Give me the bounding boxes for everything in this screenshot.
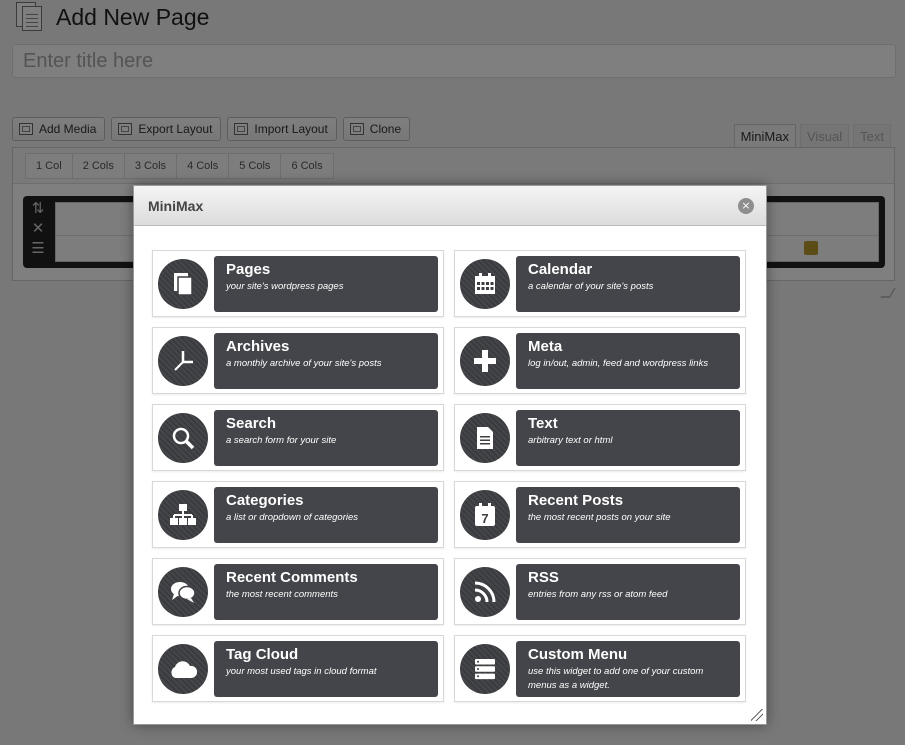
widget-archives[interactable]: Archives a monthly archive of your site'…: [152, 327, 444, 394]
widget-desc: the most recent comments: [226, 589, 338, 600]
widget-categories[interactable]: Categories a list or dropdown of categor…: [152, 481, 444, 548]
close-icon[interactable]: ×: [738, 197, 754, 214]
widget-name: Tag Cloud: [226, 646, 299, 663]
widget-recent-posts[interactable]: 7 Recent Posts the most recent posts on …: [454, 481, 746, 548]
cloud-icon: [158, 644, 208, 694]
modal-title: MiniMax: [148, 197, 204, 214]
widget-calendar[interactable]: Calendar a calendar of your site's posts: [454, 250, 746, 317]
widget-text[interactable]: Text arbitrary text or html: [454, 404, 746, 471]
widget-desc: a monthly archive of your site's posts: [226, 358, 382, 369]
widget-recent-comments[interactable]: Recent Comments the most recent comments: [152, 558, 444, 625]
widget-name: Recent Posts: [528, 492, 624, 509]
widget-name: RSS: [528, 569, 559, 586]
widget-desc: your most used tags in cloud format: [226, 666, 377, 677]
widget-name: Recent Comments: [226, 569, 358, 586]
widget-desc: log in/out, admin, feed and wordpress li…: [528, 358, 709, 369]
widget-desc: your site's wordpress pages: [226, 281, 344, 292]
sitemap-icon: [158, 490, 208, 540]
menu-icon: [460, 644, 510, 694]
widget-tag-cloud[interactable]: Tag Cloud your most used tags in cloud f…: [152, 635, 444, 702]
calendar-icon: [460, 259, 510, 309]
widget-name: Pages: [226, 261, 271, 278]
widget-desc: entries from any rss or atom feed: [528, 589, 668, 600]
widget-desc: a search form for your site: [226, 435, 337, 446]
widget-search[interactable]: Search a search form for your site: [152, 404, 444, 471]
widget-desc: a list or dropdown of categories: [226, 512, 359, 523]
plus-icon: [460, 336, 510, 386]
widget-name: Search: [226, 415, 277, 432]
widget-name: Categories: [226, 492, 304, 509]
date-icon: 7: [460, 490, 510, 540]
rss-icon: [460, 567, 510, 617]
widget-pages[interactable]: Pages your site's wordpress pages: [152, 250, 444, 317]
pages-icon: [158, 259, 208, 309]
widget-desc: use this widget to add one of your custo…: [528, 666, 704, 691]
document-icon: [460, 413, 510, 463]
widget-name: Custom Menu: [528, 646, 628, 663]
minimax-modal: MiniMax × Pages your site's wordpress pa…: [133, 185, 767, 725]
widget-name: Calendar: [528, 261, 593, 278]
widget-custom-menu[interactable]: Custom Menu use this widget to add one o…: [454, 635, 746, 702]
clock-icon: [158, 336, 208, 386]
widget-desc: a calendar of your site's posts: [528, 281, 654, 292]
widget-name: Archives: [226, 338, 290, 355]
modal-resize-icon[interactable]: [751, 709, 763, 721]
widget-desc: arbitrary text or html: [528, 435, 613, 446]
widget-grid: Pages your site's wordpress pages Calend…: [152, 250, 746, 702]
search-icon: [158, 413, 208, 463]
day-number: 7: [481, 511, 488, 526]
modal-header: MiniMax ×: [134, 186, 766, 226]
comments-icon: [158, 567, 208, 617]
widget-meta[interactable]: Meta log in/out, admin, feed and wordpre…: [454, 327, 746, 394]
widget-rss[interactable]: RSS entries from any rss or atom feed: [454, 558, 746, 625]
widget-name: Meta: [528, 338, 563, 355]
widget-name: Text: [528, 415, 558, 432]
widget-desc: the most recent posts on your site: [528, 512, 671, 523]
